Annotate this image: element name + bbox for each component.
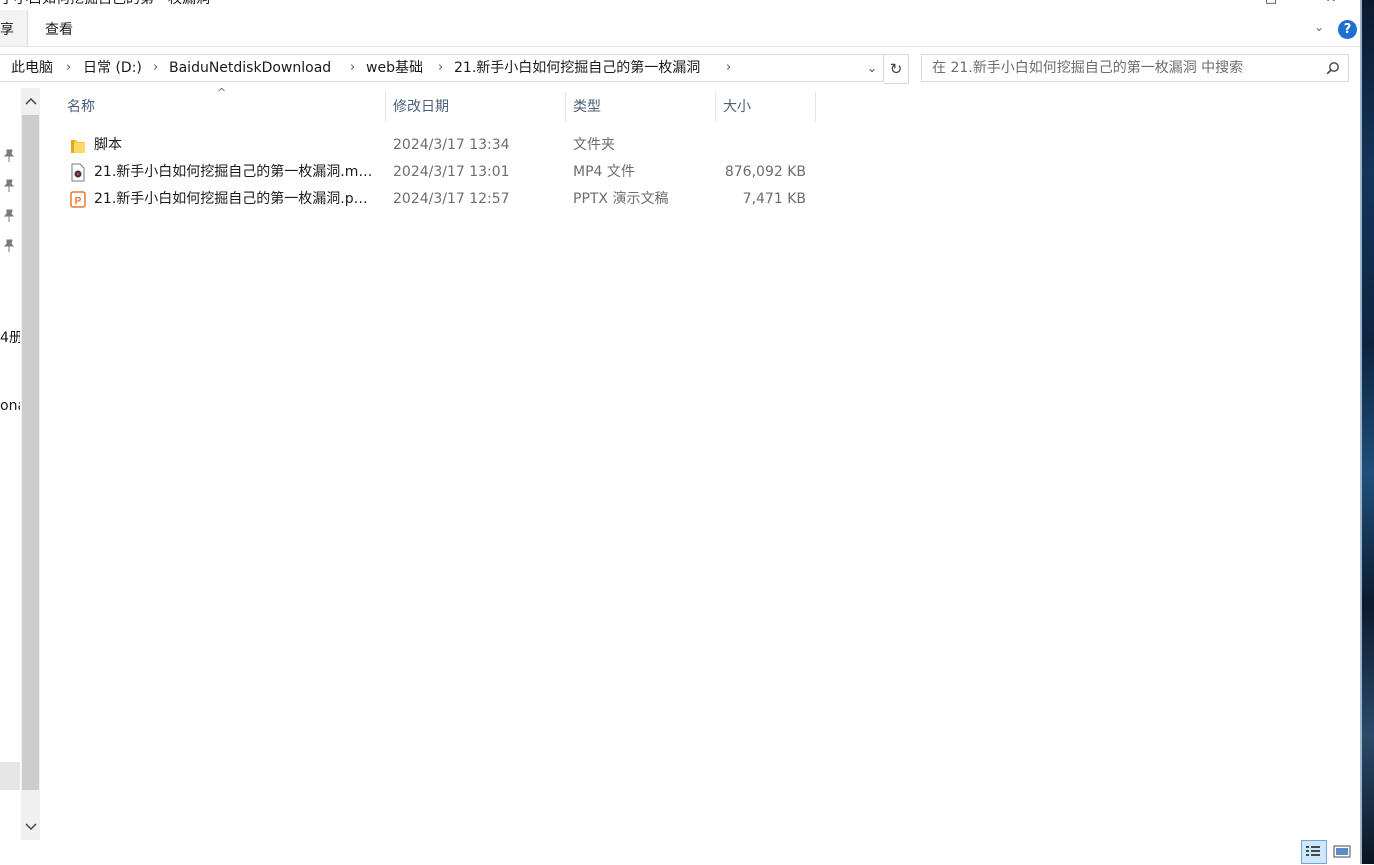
breadcrumb-current-folder[interactable]: 21.新手小白如何挖掘自己的第一枚漏洞 xyxy=(454,55,700,81)
folder-icon xyxy=(70,136,86,155)
pin-icon xyxy=(3,209,17,223)
breadcrumb-drive-d[interactable]: 日常 (D:) xyxy=(83,55,142,81)
search-input[interactable]: 在 21.新手小白如何挖掘自己的第一枚漏洞 中搜索 xyxy=(921,54,1349,82)
file-date: 2024/3/17 13:01 xyxy=(393,164,510,180)
video-file-icon xyxy=(70,163,86,182)
breadcrumb-web-basics[interactable]: web基础 xyxy=(366,55,423,81)
file-size xyxy=(706,132,806,159)
column-header-size[interactable]: 大小 xyxy=(723,92,751,122)
close-icon[interactable]: ✕ xyxy=(1324,0,1338,6)
nav-item-partial[interactable]: 4册 xyxy=(0,327,20,347)
column-divider[interactable] xyxy=(815,92,816,122)
svg-text:P: P xyxy=(75,196,82,207)
nav-item-partial[interactable]: ona xyxy=(0,398,20,414)
details-view-icon xyxy=(1306,846,1320,856)
window-border xyxy=(1360,0,1362,864)
breadcrumb-separator[interactable]: › xyxy=(438,55,443,81)
file-size: 7,471 KB xyxy=(742,191,806,207)
thumbnails-view-icon xyxy=(1333,845,1351,858)
column-header-type[interactable]: 类型 xyxy=(573,92,601,122)
file-name: 21.新手小白如何挖掘自己的第一枚漏洞.pptx xyxy=(94,191,376,207)
tab-share[interactable]: 享 xyxy=(0,10,28,46)
thumbnails-view-button[interactable] xyxy=(1330,840,1356,864)
breadcrumb-separator[interactable]: › xyxy=(66,55,71,81)
file-name: 21.新手小白如何挖掘自己的第一枚漏洞.mp4 xyxy=(94,164,376,180)
breadcrumb-separator[interactable]: › xyxy=(153,55,158,81)
breadcrumb-this-pc[interactable]: 此电脑 xyxy=(11,55,53,81)
scroll-up-icon[interactable] xyxy=(21,89,40,114)
pptx-file-icon: P xyxy=(70,190,86,209)
column-divider[interactable] xyxy=(565,92,566,122)
pin-icon xyxy=(3,179,17,193)
ribbon-tabs xyxy=(0,10,1360,47)
file-date: 2024/3/17 12:57 xyxy=(393,191,510,207)
breadcrumb-separator[interactable]: › xyxy=(350,55,355,81)
file-name: 脚本 xyxy=(94,137,122,153)
sort-ascending-icon: ^ xyxy=(217,86,227,99)
address-bar[interactable]: 此电脑 › 日常 (D:) › BaiduNetdiskDownload › w… xyxy=(0,54,884,82)
breadcrumb-separator[interactable]: › xyxy=(726,55,731,81)
pin-icon xyxy=(3,239,17,253)
file-date: 2024/3/17 13:34 xyxy=(393,137,510,153)
file-row[interactable]: 21.新手小白如何挖掘自己的第一枚漏洞.mp4 2024/3/17 13:01 … xyxy=(60,159,816,186)
file-row[interactable]: 脚本 2024/3/17 13:34 文件夹 xyxy=(60,132,816,159)
window-title: 手小白如何挖掘自己的第一枚漏洞 xyxy=(0,0,210,8)
column-divider[interactable] xyxy=(715,92,716,122)
tab-view[interactable]: 查看 xyxy=(45,10,73,46)
search-icon[interactable] xyxy=(1326,55,1340,84)
column-header-name[interactable]: 名称 xyxy=(67,92,95,122)
nav-selected-item[interactable] xyxy=(0,762,20,790)
nav-scrollbar-thumb[interactable] xyxy=(22,115,39,790)
column-divider[interactable] xyxy=(385,92,386,122)
scroll-down-icon[interactable] xyxy=(21,815,40,840)
refresh-icon[interactable]: ↻ xyxy=(884,54,909,84)
desktop-wallpaper xyxy=(1360,0,1374,864)
details-view-button[interactable] xyxy=(1301,840,1327,864)
breadcrumb-baidunetdisk[interactable]: BaiduNetdiskDownload xyxy=(169,55,331,81)
column-header-date[interactable]: 修改日期 xyxy=(393,92,449,122)
pin-icon xyxy=(3,149,17,163)
maximize-icon[interactable]: □ xyxy=(1264,0,1278,6)
file-type: 文件夹 xyxy=(573,137,615,153)
search-placeholder: 在 21.新手小白如何挖掘自己的第一枚漏洞 中搜索 xyxy=(932,60,1244,76)
title-bar: 手小白如何挖掘自己的第一枚漏洞 xyxy=(0,0,1360,10)
file-row[interactable]: P 21.新手小白如何挖掘自己的第一枚漏洞.pptx 2024/3/17 12:… xyxy=(60,186,816,213)
address-dropdown-icon[interactable]: ⌄ xyxy=(864,56,880,80)
file-type: MP4 文件 xyxy=(573,164,635,180)
file-size: 876,092 KB xyxy=(724,164,806,180)
navigation-pane: 4册 ona xyxy=(0,88,20,840)
help-icon[interactable]: ? xyxy=(1338,20,1357,39)
file-type: PPTX 演示文稿 xyxy=(573,191,669,207)
ribbon-expand-icon[interactable]: ⌄ xyxy=(1312,20,1326,34)
